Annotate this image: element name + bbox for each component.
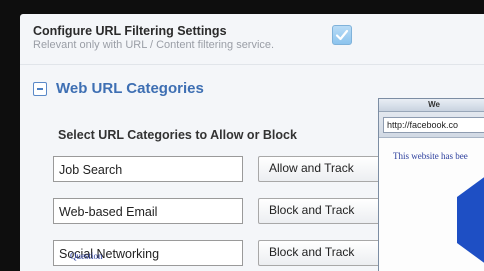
configure-url-filtering-subtitle: Relevant only with URL / Content filteri… [33,39,275,51]
blocked-site-message: This website has bee [393,151,468,161]
url-filtering-enabled-checkbox[interactable] [332,25,352,45]
action-select-job-search[interactable]: Allow and Track [258,156,388,182]
web-url-categories-heading: Web URL Categories [56,80,204,97]
configure-url-filtering-title: Configure URL Filtering Settings [33,24,227,38]
action-select-web-based-email[interactable]: Block and Track [258,198,388,224]
action-select-social-networking[interactable]: Block and Track [258,240,388,266]
category-field-web-based-email[interactable]: Web-based Email [53,198,243,224]
browser-toolbar: http://facebook.co [379,112,484,138]
category-field-job-search[interactable]: Job Search [53,156,243,182]
section-divider [20,64,484,65]
browser-address-bar[interactable]: http://facebook.co [383,117,484,133]
checkmark-icon [335,29,349,41]
browser-window: We http://facebook.co This website has b… [378,98,484,271]
screen: Configure URL Filtering Settings Relevan… [0,0,484,271]
browser-title: We [379,99,484,112]
collapse-minus-icon[interactable] [33,82,47,96]
select-categories-heading: Select URL Categories to Allow or Block [58,128,297,142]
block-hexagon-icon [457,177,484,263]
question-text: Question [70,251,103,261]
